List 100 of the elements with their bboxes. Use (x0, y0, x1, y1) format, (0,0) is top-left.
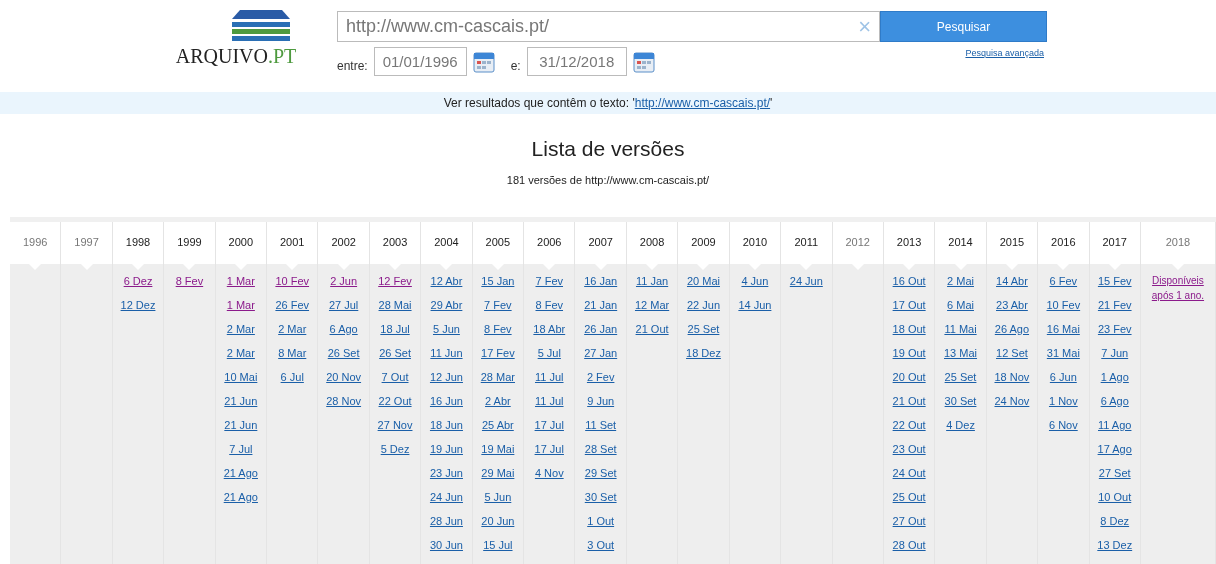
year-label[interactable]: 2004 (434, 234, 459, 251)
year-label[interactable]: 1998 (125, 234, 151, 251)
version-link[interactable]: 16 Out (892, 272, 926, 290)
version-link[interactable]: 29 Set (584, 464, 617, 482)
version-link[interactable]: 21 Fev (1097, 296, 1132, 314)
version-link[interactable]: 21 Ago (223, 488, 258, 506)
version-link[interactable]: 11 Ago (1098, 416, 1132, 434)
version-link[interactable]: 26 Set (379, 344, 411, 362)
version-link[interactable]: 5 Jul (537, 344, 561, 362)
version-link[interactable]: 15 Jul (483, 536, 513, 554)
version-link[interactable]: 6 Dez (123, 272, 153, 290)
version-link[interactable]: 25 Set (687, 320, 720, 338)
version-link[interactable]: 2 Mar (226, 320, 255, 338)
year-label[interactable]: 2017 (1102, 234, 1127, 251)
logo-wordmark[interactable]: ARQUIVO.PT (175, 46, 297, 66)
version-link[interactable]: 13 Mai (944, 344, 978, 362)
version-link[interactable]: 1 Nov (1048, 392, 1078, 410)
calendar-icon[interactable] (472, 50, 495, 73)
version-link[interactable]: 25 Out (892, 488, 926, 506)
version-link[interactable]: 17 Jul (534, 416, 564, 434)
version-link[interactable]: 9 Jun (587, 392, 615, 410)
version-link[interactable]: 26 Fev (275, 296, 310, 314)
version-link[interactable]: 30 Jun (429, 536, 463, 554)
version-link[interactable]: 22 Out (892, 416, 926, 434)
version-link[interactable]: 5 Jun (484, 488, 512, 506)
version-link[interactable]: 10 Fev (1046, 296, 1081, 314)
year-label[interactable]: 2013 (896, 234, 922, 251)
version-link[interactable]: 1 Ago (1100, 368, 1129, 386)
version-link[interactable]: 27 Set (1098, 464, 1131, 482)
version-link[interactable]: 2 Fev (586, 368, 615, 386)
version-link[interactable]: 23 Jun (429, 464, 463, 482)
version-link[interactable]: 19 Mai (481, 440, 515, 458)
version-link[interactable]: 2 Mai (947, 272, 974, 290)
version-link[interactable]: 17 Fev (481, 344, 515, 362)
version-link[interactable]: 7 Out (381, 368, 409, 386)
version-link[interactable]: 18 Jul (380, 320, 410, 338)
version-link[interactable]: 28 Jun (429, 512, 463, 530)
version-link[interactable]: 6 Ago (329, 320, 358, 338)
version-link[interactable]: 22 Out (378, 392, 412, 410)
year-label[interactable]: 1999 (177, 234, 202, 251)
version-link[interactable]: 21 Out (635, 320, 669, 338)
version-link[interactable]: 11 Jun (430, 344, 463, 362)
version-link[interactable]: 26 Jan (584, 320, 618, 338)
version-link[interactable]: 17 Jul (534, 440, 564, 458)
search-button[interactable]: Pesquisar (880, 11, 1047, 42)
version-link[interactable]: 29 Mai (481, 464, 515, 482)
version-link[interactable]: 25 Set (944, 368, 977, 386)
version-link[interactable]: 8 Fev (535, 296, 563, 314)
version-link[interactable]: 1 Mar (226, 296, 255, 314)
year-label[interactable]: 2011 (794, 234, 819, 251)
version-link[interactable]: 27 Nov (377, 416, 413, 434)
version-link[interactable]: 21 Jun (224, 416, 258, 434)
version-link[interactable]: 10 Fev (275, 272, 310, 290)
version-link[interactable]: 18 Abr (533, 320, 566, 338)
year-label[interactable]: 2015 (999, 234, 1025, 251)
end-date-field[interactable]: 31/12/2018 (526, 47, 627, 76)
year-label[interactable]: 2010 (742, 234, 768, 251)
version-link[interactable]: 23 Fev (1097, 320, 1132, 338)
version-link[interactable]: 21 Jun (224, 392, 258, 410)
version-link[interactable]: 12 Fev (378, 272, 412, 290)
version-link[interactable]: 19 Out (892, 344, 926, 362)
version-link[interactable]: 11 Jul (535, 368, 564, 386)
version-link[interactable]: 7 Fev (535, 272, 563, 290)
version-link[interactable]: 7 Jun (1101, 344, 1129, 362)
version-link[interactable]: 28 Set (584, 440, 617, 458)
version-link[interactable]: 16 Mai (1046, 320, 1080, 338)
year-label[interactable]: 2007 (588, 234, 613, 251)
version-link[interactable]: 15 Jan (481, 272, 515, 290)
version-link[interactable]: 24 Out (892, 464, 926, 482)
version-link[interactable]: 4 Dez (946, 416, 975, 434)
version-link[interactable]: 3 Out (587, 536, 615, 554)
version-link[interactable]: 11 Mai (944, 320, 977, 338)
version-link[interactable]: 18 Dez (686, 344, 721, 362)
version-link[interactable]: 6 Jul (280, 368, 304, 386)
version-link[interactable]: 28 Out (892, 536, 926, 554)
version-link[interactable]: 12 Jun (429, 368, 463, 386)
version-link[interactable]: 6 Jun (1049, 368, 1077, 386)
version-link[interactable]: 6 Fev (1049, 272, 1078, 290)
version-link[interactable]: 12 Dez (120, 296, 156, 314)
version-link[interactable]: 8 Fev (484, 320, 512, 338)
version-link[interactable]: 12 Set (996, 344, 1028, 362)
version-link[interactable]: 6 Ago (1100, 392, 1129, 410)
year-label[interactable]: 2014 (948, 234, 973, 251)
version-link[interactable]: 25 Abr (481, 416, 514, 434)
version-link[interactable]: 20 Jun (481, 512, 515, 530)
version-link[interactable]: 13 Dez (1097, 536, 1133, 554)
year-label[interactable]: 2006 (537, 234, 562, 251)
version-link[interactable]: 8 Mar (278, 344, 307, 362)
version-link[interactable]: 22 Jun (686, 296, 720, 314)
year-label[interactable]: 2005 (485, 234, 511, 251)
version-link[interactable]: 27 Jan (584, 344, 618, 362)
version-link[interactable]: 23 Abr (996, 296, 1028, 314)
year-label[interactable]: 2009 (691, 234, 716, 251)
version-link[interactable]: 11 Jan (635, 272, 669, 290)
version-link[interactable]: 16 Jan (584, 272, 618, 290)
year-label[interactable]: 2001 (280, 234, 305, 251)
version-link[interactable]: 27 Out (892, 512, 926, 530)
version-link[interactable]: 2 Jun (330, 272, 358, 290)
version-link[interactable]: 2 Mar (278, 320, 307, 338)
version-link[interactable]: 28 Nov (326, 392, 362, 410)
